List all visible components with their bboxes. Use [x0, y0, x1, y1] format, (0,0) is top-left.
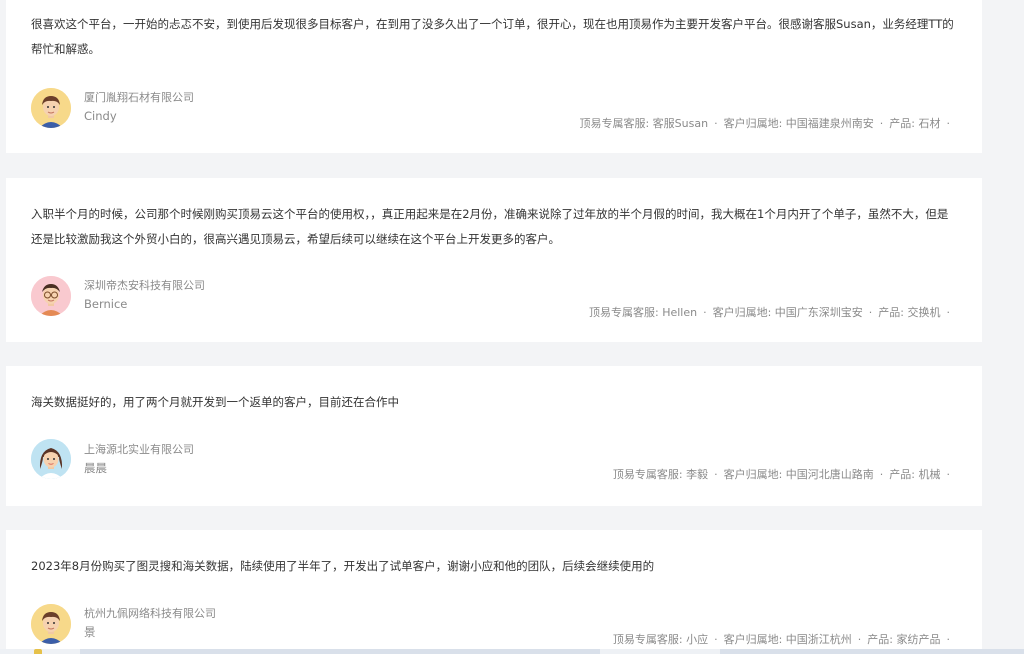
separator: · — [946, 306, 951, 319]
separator: · — [703, 306, 707, 319]
woman-avatar-icon — [31, 439, 71, 479]
testimonial-card: 入职半个月的时候，公司那个时候刚购买顶易云这个平台的使用权，，真正用起来是在2月… — [6, 178, 982, 342]
bottom-bar-segment — [600, 649, 720, 654]
bottom-bar — [0, 649, 1024, 654]
product: 产品: 石材 — [889, 117, 941, 130]
testimonial-meta: 顶易专属客服: Hellen · 客户归属地: 中国广东深圳宝安 · 产品: 交换机 · — [589, 304, 956, 320]
company-name: 厦门胤翔石材有限公司 — [84, 91, 194, 104]
customer-location: 客户归属地: 中国福建泉州南安 — [723, 117, 874, 130]
testimonial-meta: 顶易专属客服: 客服Susan · 客户归属地: 中国福建泉州南安 · 产品: 石材 · — [579, 115, 956, 131]
testimonial-card: 很喜欢这个平台，一开始的忐忑不安，到使用后发现很多目标客户，在到用了没多久出了一… — [6, 0, 982, 153]
separator: · — [714, 468, 718, 481]
customer-location: 客户归属地: 中国广东深圳宝安 — [712, 306, 863, 319]
separator: · — [946, 633, 951, 646]
service-rep: 顶易专属客服: 李毅 — [612, 468, 709, 481]
product: 产品: 家纺产品 — [867, 633, 941, 646]
customer-name: Cindy — [84, 109, 117, 123]
service-rep: 顶易专属客服: Hellen — [589, 306, 698, 319]
testimonial-quote: 入职半个月的时候，公司那个时候刚购买顶易云这个平台的使用权，，真正用起来是在2月… — [31, 207, 949, 246]
customer-location: 客户归属地: 中国浙江杭州 — [723, 633, 852, 646]
separator: · — [946, 117, 951, 130]
testimonial-meta: 顶易专属客服: 小应 · 客户归属地: 中国浙江杭州 · 产品: 家纺产品 · — [613, 631, 956, 647]
separator: · — [946, 468, 951, 481]
glasses-man-avatar-icon — [31, 276, 71, 316]
separator: · — [879, 117, 884, 130]
company-name: 深圳帝杰安科技有限公司 — [84, 279, 205, 292]
company-name: 杭州九佩网络科技有限公司 — [84, 607, 216, 620]
separator: · — [879, 468, 884, 481]
bottom-bar-marker — [34, 649, 42, 654]
company-name: 上海源北实业有限公司 — [84, 443, 194, 456]
customer-name: 晨晨 — [84, 461, 107, 475]
man-avatar-icon — [31, 604, 71, 644]
testimonial-quote: 海关数据挺好的，用了两个月就开发到一个返单的客户，目前还在合作中 — [31, 395, 399, 409]
customer-location: 客户归属地: 中国河北唐山路南 — [723, 468, 874, 481]
service-rep: 顶易专属客服: 小应 — [612, 633, 709, 646]
separator: · — [857, 633, 862, 646]
separator: · — [714, 117, 718, 130]
testimonial-quote: 很喜欢这个平台，一开始的忐忑不安，到使用后发现很多目标客户，在到用了没多久出了一… — [31, 17, 954, 56]
testimonial-card: 海关数据挺好的，用了两个月就开发到一个返单的客户，目前还在合作中 上海源北实业有… — [6, 366, 982, 506]
service-rep: 顶易专属客服: 客服Susan — [579, 117, 709, 130]
product: 产品: 交换机 — [878, 306, 941, 319]
man-avatar-icon — [31, 88, 71, 128]
separator: · — [714, 633, 718, 646]
testimonial-meta: 顶易专属客服: 李毅 · 客户归属地: 中国河北唐山路南 · 产品: 机械 · — [613, 466, 956, 482]
testimonial-card: 2023年8月份购买了图灵搜和海关数据，陆续使用了半年了，开发出了试单客户，谢谢… — [6, 530, 982, 654]
customer-name: Bernice — [84, 297, 128, 311]
separator: · — [868, 306, 873, 319]
customer-name: 景 — [84, 625, 96, 639]
testimonial-quote: 2023年8月份购买了图灵搜和海关数据，陆续使用了半年了，开发出了试单客户，谢谢… — [31, 559, 655, 573]
product: 产品: 机械 — [889, 468, 941, 481]
